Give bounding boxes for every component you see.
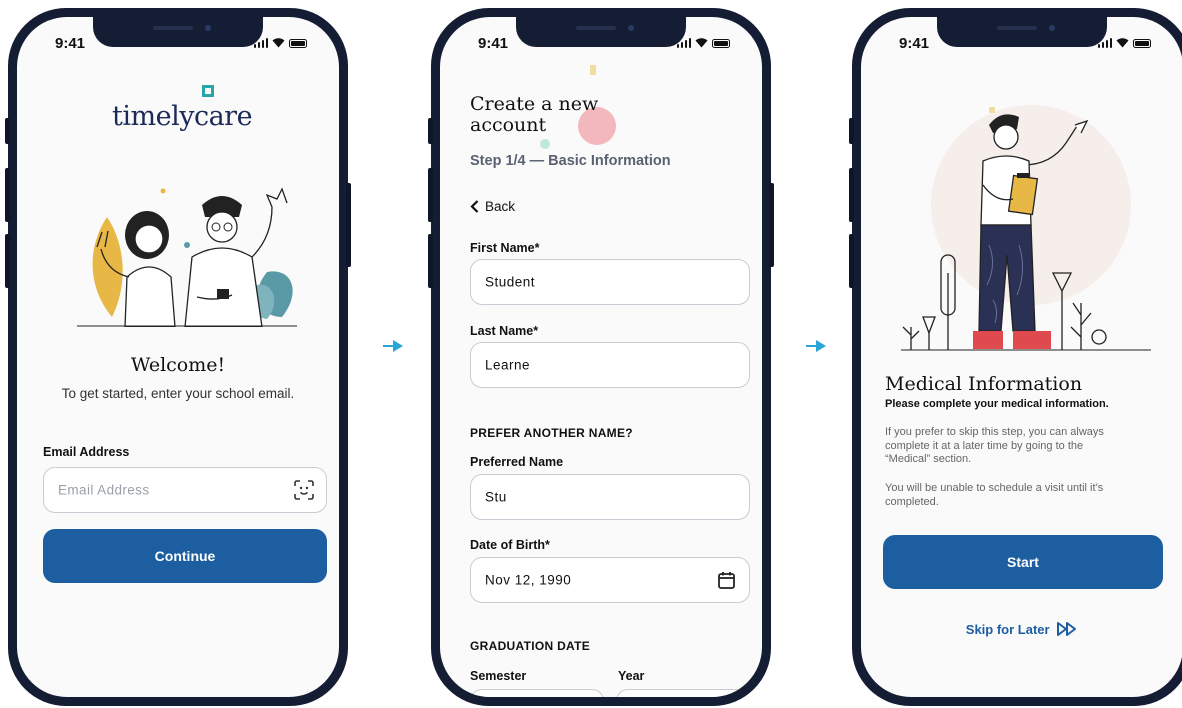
- battery-icon: [1133, 39, 1151, 48]
- email-placeholder: Email Address: [58, 482, 150, 498]
- decor-dot-teal: [540, 139, 550, 149]
- medical-subtitle: Please complete your medical information…: [885, 398, 1109, 410]
- phone-medical-info: 9:41 Medical Information Please complete…: [849, 8, 1182, 706]
- skip-info-line-1: If you prefer to skip this step, you can…: [885, 426, 1104, 438]
- battery-icon: [289, 39, 307, 48]
- status-icons: [676, 37, 730, 48]
- screen-welcome: 9:41 timelycare Welcome! To get started,…: [17, 17, 339, 697]
- skip-info-line-2: complete it at a later time by going to …: [885, 439, 1084, 452]
- signal-icon: [676, 38, 691, 48]
- fast-forward-icon: [1057, 622, 1077, 636]
- status-icons: [253, 37, 307, 48]
- signal-icon: [253, 38, 268, 48]
- flow-arrow-icon: [806, 340, 826, 352]
- welcome-illustration: [77, 187, 297, 327]
- preferred-name-field[interactable]: Stu: [470, 474, 750, 520]
- logo-square-icon: [202, 85, 214, 97]
- wifi-icon: [695, 37, 708, 48]
- email-field[interactable]: Email Address: [43, 467, 327, 513]
- first-name-value: Student: [485, 274, 536, 290]
- wifi-icon: [1116, 37, 1129, 48]
- start-button[interactable]: Start: [883, 535, 1163, 589]
- year-label: Year: [618, 669, 645, 683]
- signal-icon: [1097, 38, 1112, 48]
- first-name-field[interactable]: Student: [470, 259, 750, 305]
- last-name-field[interactable]: Learne: [470, 342, 750, 388]
- dob-field[interactable]: Nov 12, 1990: [470, 557, 750, 603]
- notch: [937, 17, 1107, 47]
- schedule-warning-line-1: You will be unable to schedule a visit u…: [885, 482, 1104, 494]
- decor-dot-yellow: [590, 65, 596, 75]
- status-icons: [1097, 37, 1151, 48]
- phone-create-account: 9:41 Create a new account Step 1/4 — Bas…: [428, 8, 774, 706]
- back-label: Back: [485, 199, 516, 214]
- notch: [516, 17, 686, 47]
- medical-illustration: [901, 105, 1151, 351]
- skip-for-later-link[interactable]: Skip for Later: [861, 621, 1182, 637]
- preferred-name-value: Stu: [485, 489, 507, 505]
- schedule-warning-line-2: completed.: [885, 495, 939, 508]
- phone-welcome: 9:41 timelycare Welcome! To get started,…: [5, 8, 351, 706]
- notch: [93, 17, 263, 47]
- semester-label: Semester: [470, 669, 527, 683]
- graduation-date-heading: GRADUATION DATE: [470, 639, 591, 653]
- step-indicator: Step 1/4 — Basic Information: [470, 153, 671, 169]
- battery-icon: [712, 39, 730, 48]
- back-button[interactable]: Back: [470, 199, 515, 214]
- status-time: 9:41: [899, 35, 930, 52]
- page-title: Create a new account: [470, 94, 598, 136]
- skip-info-text: If you prefer to skip this step, you can…: [885, 426, 1150, 467]
- dob-value: Nov 12, 1990: [485, 572, 572, 588]
- schedule-warning-text: You will be unable to schedule a visit u…: [885, 482, 1150, 509]
- timelycare-logo: timelycare: [112, 101, 253, 132]
- skip-label: Skip for Later: [965, 622, 1050, 637]
- status-time: 9:41: [478, 35, 509, 52]
- status-time: 9:41: [55, 35, 86, 52]
- skip-info-line-3: “Medical” section.: [885, 453, 972, 465]
- welcome-subtitle: To get started, enter your school email.: [61, 386, 295, 401]
- first-name-label: First Name*: [470, 241, 540, 255]
- year-select[interactable]: [616, 689, 750, 697]
- face-id-icon[interactable]: [294, 480, 314, 500]
- last-name-value: Learne: [485, 357, 531, 373]
- flow-arrow-icon: [383, 340, 403, 352]
- chevron-left-icon: [470, 200, 479, 213]
- medical-title: Medical Information: [885, 373, 1083, 395]
- last-name-label: Last Name*: [470, 324, 539, 338]
- semester-select[interactable]: [470, 689, 604, 697]
- welcome-heading: Welcome!: [130, 354, 226, 376]
- title-line-2: account: [470, 114, 547, 136]
- title-line-1: Create a new: [470, 93, 599, 115]
- calendar-icon[interactable]: [718, 571, 735, 589]
- dob-label: Date of Birth*: [470, 538, 550, 552]
- prefer-name-heading: PREFER ANOTHER NAME?: [470, 426, 633, 440]
- email-label: Email Address: [43, 445, 130, 459]
- screen-medical-info: 9:41 Medical Information Please complete…: [861, 17, 1182, 697]
- preferred-name-label: Preferred Name: [470, 455, 564, 469]
- screen-create-account: 9:41 Create a new account Step 1/4 — Bas…: [440, 17, 762, 697]
- continue-button[interactable]: Continue: [43, 529, 327, 583]
- wifi-icon: [272, 37, 285, 48]
